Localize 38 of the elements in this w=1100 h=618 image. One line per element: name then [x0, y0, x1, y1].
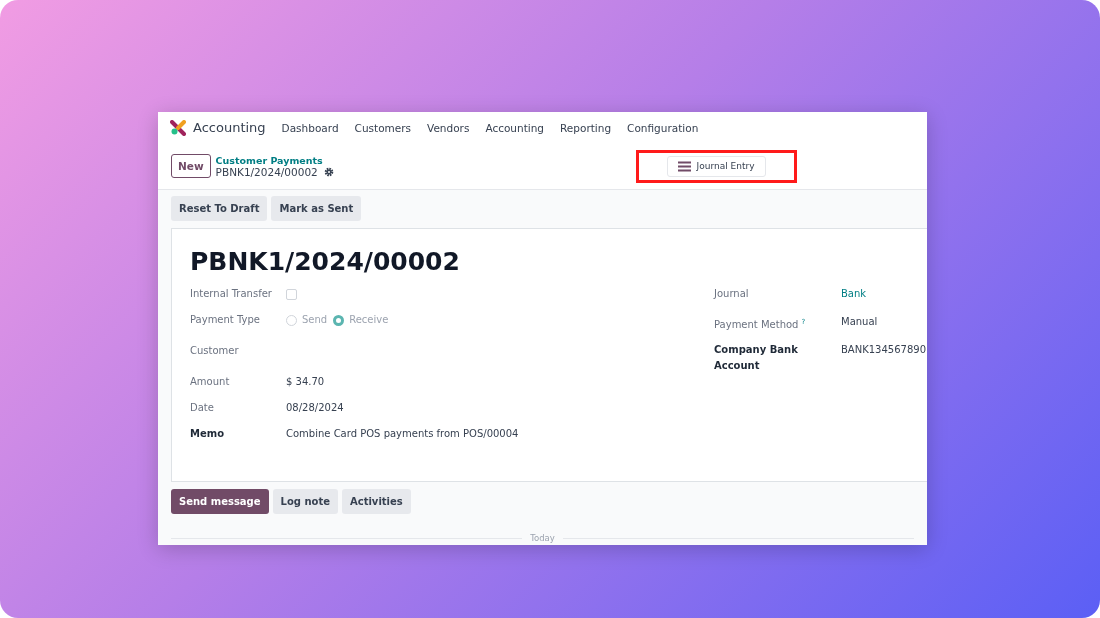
field-label: Memo — [190, 427, 226, 441]
field-label: Internal Transfer — [190, 287, 273, 301]
menu-item[interactable]: Configuration — [627, 121, 699, 134]
field-value: BANK134567890 — [841, 343, 926, 357]
settings-icon[interactable] — [323, 166, 334, 177]
field-link[interactable]: Bank — [841, 286, 867, 302]
field-value: Combine Card POS payments from POS/00004 — [286, 427, 519, 441]
menu-item[interactable]: Reporting — [560, 121, 612, 134]
field-label: Amount — [190, 375, 231, 389]
field-label: Payment Method $^{?}$ — [714, 317, 807, 333]
field-label: Company Bank Account — [714, 343, 799, 373]
chatter-button[interactable]: Send message — [171, 489, 269, 514]
status-button[interactable]: Mark as Sent — [271, 196, 362, 221]
field-label: Date — [190, 401, 215, 415]
field-label: Journal — [714, 287, 750, 301]
field-value: Manual — [841, 315, 878, 329]
field-value: $ 34.70 — [286, 375, 325, 389]
date-divider: Today — [530, 533, 555, 543]
app-logo-icon — [170, 119, 186, 136]
chatter-button[interactable]: Activities — [342, 489, 411, 514]
menu-item[interactable]: Accounting — [485, 121, 545, 134]
record-name: PBNK1/2024/00002 — [215, 165, 318, 178]
radio-button[interactable] — [333, 315, 345, 326]
new-button[interactable]: New — [171, 154, 211, 178]
field-value: 08/28/2024 — [286, 401, 344, 415]
journal-entry-button[interactable]: Journal Entry — [666, 155, 766, 177]
field-label: Payment Type — [190, 313, 261, 327]
menu-item[interactable]: Customers — [354, 121, 412, 134]
breadcrumb-link[interactable]: Customer Payments — [215, 154, 636, 166]
status-button[interactable]: Reset To Draft — [171, 196, 268, 221]
menu-item[interactable]: Vendors — [427, 121, 470, 134]
menu-item[interactable]: Dashboard — [281, 121, 339, 134]
menu-icon — [677, 160, 691, 172]
field-label: Customer — [190, 344, 240, 358]
chatter-button[interactable]: Log note — [272, 489, 338, 514]
app-name[interactable]: Accounting — [193, 120, 266, 135]
checkbox[interactable] — [286, 289, 297, 300]
record-title: PBNK1/2024/00002 — [190, 247, 461, 276]
